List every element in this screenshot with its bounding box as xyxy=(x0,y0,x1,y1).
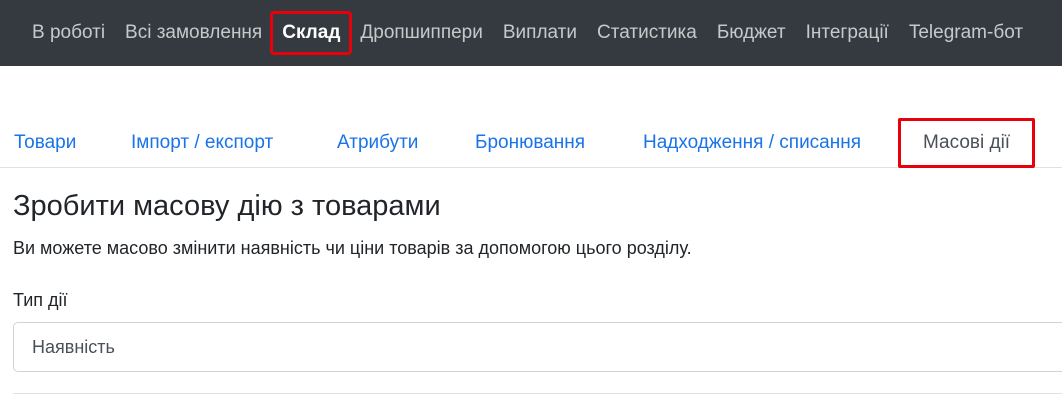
tab-import-export[interactable]: Імпорт / експорт xyxy=(131,118,273,168)
tab-attributes[interactable]: Атрибути xyxy=(337,118,418,168)
nav-item-budget[interactable]: Бюджет xyxy=(707,13,796,53)
nav-item-payouts[interactable]: Виплати xyxy=(493,13,587,53)
nav-item-warehouse[interactable]: Склад xyxy=(270,11,353,55)
tab-bulk-actions[interactable]: Масові дії xyxy=(898,118,1036,168)
page-description: Ви можете масово змінити наявність чи ці… xyxy=(13,238,692,258)
tab-products[interactable]: Товари xyxy=(14,118,76,168)
top-navbar: В роботі Всі замовлення Склад Дропшиппер… xyxy=(0,0,1062,66)
page-title: Зробити масову дію з товарами xyxy=(13,190,441,222)
nav-item-statistics[interactable]: Статистика xyxy=(587,13,707,53)
nav-item-dropshippers[interactable]: Дропшиппери xyxy=(350,13,492,53)
tab-receipts-writeoffs[interactable]: Надходження / списання xyxy=(643,118,861,168)
warehouse-tabs: Товари Імпорт / експорт Атрибути Бронюва… xyxy=(0,118,1062,168)
nav-item-integrations[interactable]: Інтеграції xyxy=(796,13,899,53)
nav-item-in-progress[interactable]: В роботі xyxy=(22,13,115,53)
nav-item-telegram-bot[interactable]: Telegram-бот xyxy=(899,13,1033,53)
divider xyxy=(13,393,1062,394)
action-type-label: Тип дії xyxy=(13,290,68,310)
nav-item-all-orders[interactable]: Всі замовлення xyxy=(115,13,272,53)
tab-reservations[interactable]: Бронювання xyxy=(475,118,585,168)
action-type-select[interactable]: Наявність xyxy=(13,322,1062,372)
